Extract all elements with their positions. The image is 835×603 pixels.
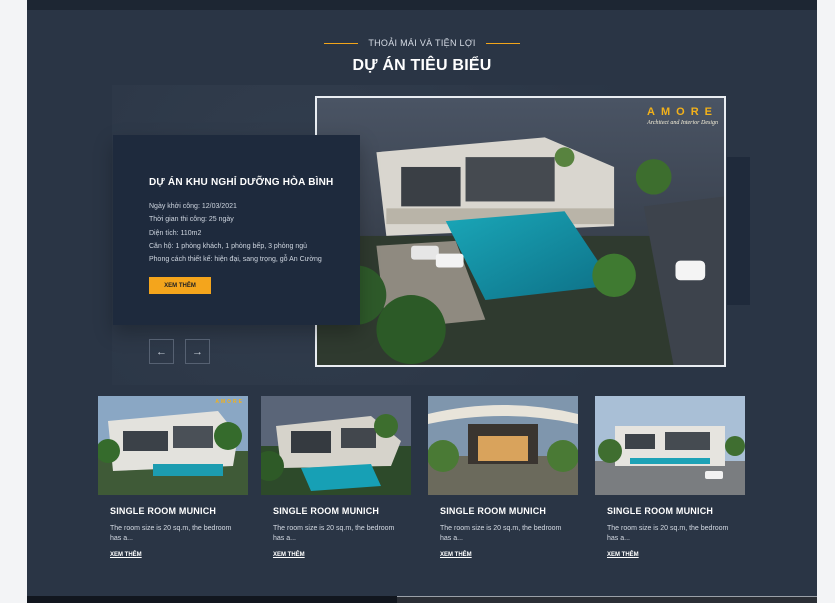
brand-watermark: AMORE Architect and Interior Design bbox=[647, 106, 718, 126]
project-card[interactable]: AMORE SINGLE ROOM MUNICH The room size i… bbox=[98, 396, 248, 566]
project-view-more-link[interactable]: XEM THÊM bbox=[440, 552, 472, 558]
brand-name: AMORE bbox=[647, 106, 718, 118]
carousel-next-button[interactable]: → bbox=[185, 339, 210, 364]
section-eyebrow: THOẢI MÁI VÀ TIỆN LỢI bbox=[27, 36, 817, 50]
eyebrow-line-right bbox=[485, 42, 520, 44]
project-image bbox=[595, 396, 745, 495]
eyebrow-line-left bbox=[324, 42, 359, 44]
arrow-right-icon: → bbox=[192, 345, 203, 358]
top-bar bbox=[27, 0, 817, 10]
detail-start-date: Ngày khởi công: 12/03/2021 bbox=[149, 203, 237, 210]
project-thumbnail[interactable] bbox=[595, 396, 745, 495]
project-thumbnail[interactable]: AMORE bbox=[98, 396, 248, 495]
next-section-preview bbox=[27, 596, 817, 603]
featured-project-card: DỰ ÁN KHU NGHỈ DƯỠNG HÒA BÌNH Ngày khởi … bbox=[113, 135, 360, 325]
project-description: The room size is 20 sq.m, the bedroom ha… bbox=[607, 525, 729, 542]
featured-project-image[interactable]: AMORE Architect and Interior Design bbox=[315, 96, 726, 367]
featured-project-details: Ngày khởi công: 12/03/2021 Thời gian thi… bbox=[149, 200, 359, 266]
project-description: The room size is 20 sq.m, the bedroom ha… bbox=[273, 525, 395, 542]
project-view-more-link[interactable]: XEM THÊM bbox=[607, 552, 639, 558]
detail-duration: Thời gian thi công: 25 ngày bbox=[149, 216, 234, 224]
projects-section: THOẢI MÁI VÀ TIỆN LỢI DỰ ÁN TIÊU BIỂU AM… bbox=[27, 0, 817, 603]
project-card[interactable]: SINGLE ROOM MUNICH The room size is 20 s… bbox=[428, 396, 578, 566]
view-more-button[interactable]: XEM THÊM bbox=[149, 277, 211, 294]
arrow-left-icon: ← bbox=[156, 345, 167, 358]
project-view-more-link[interactable]: XEM THÊM bbox=[273, 552, 305, 558]
brand-tagline: Architect and Interior Design bbox=[647, 120, 718, 126]
project-thumbnail[interactable] bbox=[428, 396, 578, 495]
project-title: SINGLE ROOM MUNICH bbox=[110, 506, 217, 516]
decorative-block bbox=[727, 157, 750, 305]
project-image bbox=[98, 396, 248, 495]
project-view-more-link[interactable]: XEM THÊM bbox=[110, 552, 142, 558]
project-description: The room size is 20 sq.m, the bedroom ha… bbox=[440, 525, 562, 542]
project-image bbox=[428, 396, 578, 495]
brand-watermark: AMORE bbox=[215, 399, 244, 405]
detail-rooms: Căn hộ: 1 phòng khách, 1 phòng bếp, 3 ph… bbox=[149, 242, 308, 250]
next-section-bar bbox=[397, 596, 817, 603]
project-title: SINGLE ROOM MUNICH bbox=[273, 506, 380, 516]
detail-style: Phong cách thiết kế: hiện đại, sang trọn… bbox=[149, 256, 322, 264]
villa-render-image bbox=[317, 98, 724, 365]
project-thumbnail[interactable] bbox=[261, 396, 411, 495]
project-card[interactable]: SINGLE ROOM MUNICH The room size is 20 s… bbox=[595, 396, 745, 566]
project-title: SINGLE ROOM MUNICH bbox=[440, 506, 547, 516]
featured-project-title: DỰ ÁN KHU NGHỈ DƯỠNG HÒA BÌNH bbox=[149, 177, 334, 188]
project-card[interactable]: SINGLE ROOM MUNICH The room size is 20 s… bbox=[261, 396, 411, 566]
section-title: DỰ ÁN TIÊU BIỂU bbox=[352, 57, 492, 74]
project-description: The room size is 20 sq.m, the bedroom ha… bbox=[110, 525, 232, 542]
project-image bbox=[261, 396, 411, 495]
eyebrow-text: THOẢI MÁI VÀ TIỆN LỢI bbox=[368, 38, 476, 48]
project-title: SINGLE ROOM MUNICH bbox=[607, 506, 714, 516]
detail-area: Diện tích: 110m2 bbox=[149, 229, 202, 237]
carousel-prev-button[interactable]: ← bbox=[149, 339, 174, 364]
